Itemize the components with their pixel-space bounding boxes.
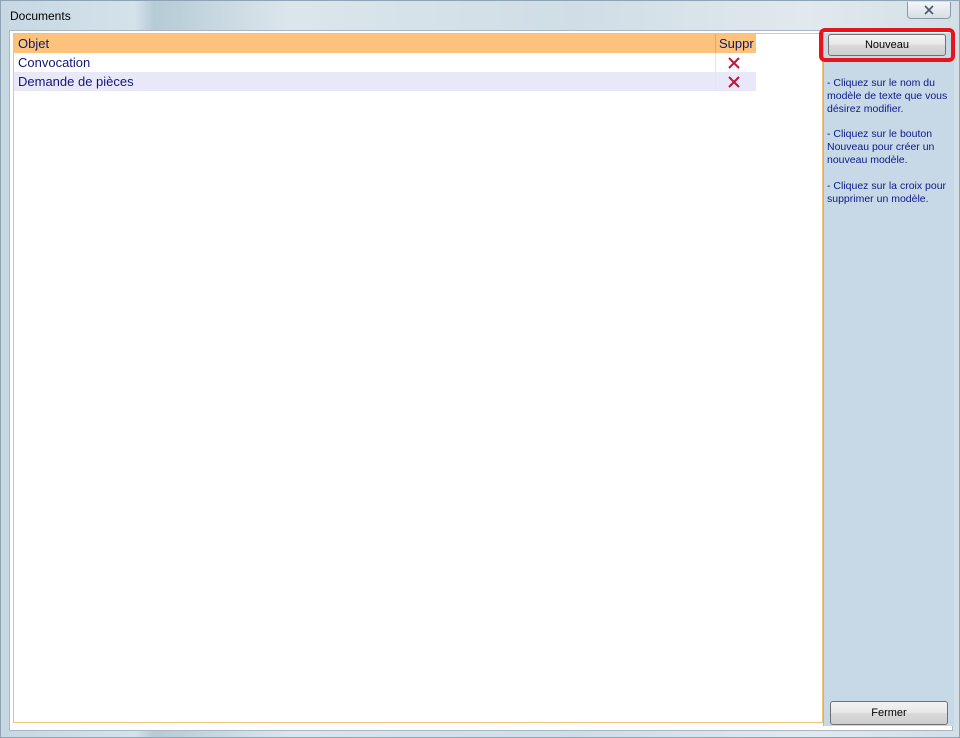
column-header-suppr[interactable]: Suppr: [719, 36, 756, 51]
new-button[interactable]: Nouveau: [828, 34, 946, 56]
delete-button[interactable]: [727, 56, 741, 70]
close-x-icon: [728, 57, 740, 69]
list-item[interactable]: Convocation: [14, 53, 756, 72]
close-icon: [924, 5, 934, 15]
delete-button[interactable]: [727, 75, 741, 89]
list-header: Objet Suppr: [14, 34, 756, 53]
column-separator: [715, 34, 716, 53]
window-title: Documents: [10, 9, 71, 23]
documents-list: Objet Suppr Convocation Demande de pièce…: [13, 33, 823, 723]
window-close-button[interactable]: [907, 2, 951, 19]
document-name[interactable]: Demande de pièces: [18, 74, 134, 89]
column-separator: [715, 72, 716, 91]
document-name[interactable]: Convocation: [18, 55, 90, 70]
close-button[interactable]: Fermer: [830, 701, 948, 725]
column-separator: [715, 53, 716, 72]
column-header-objet[interactable]: Objet: [18, 36, 49, 51]
list-item[interactable]: Demande de pièces: [14, 72, 756, 91]
close-x-icon: [728, 76, 740, 88]
help-text-new: - Cliquez sur le bouton Nouveau pour cré…: [827, 128, 935, 166]
help-text-modify: - Cliquez sur le nom du modèle de texte …: [827, 77, 948, 115]
help-text-delete: - Cliquez sur la croix pour supprimer un…: [827, 180, 947, 205]
